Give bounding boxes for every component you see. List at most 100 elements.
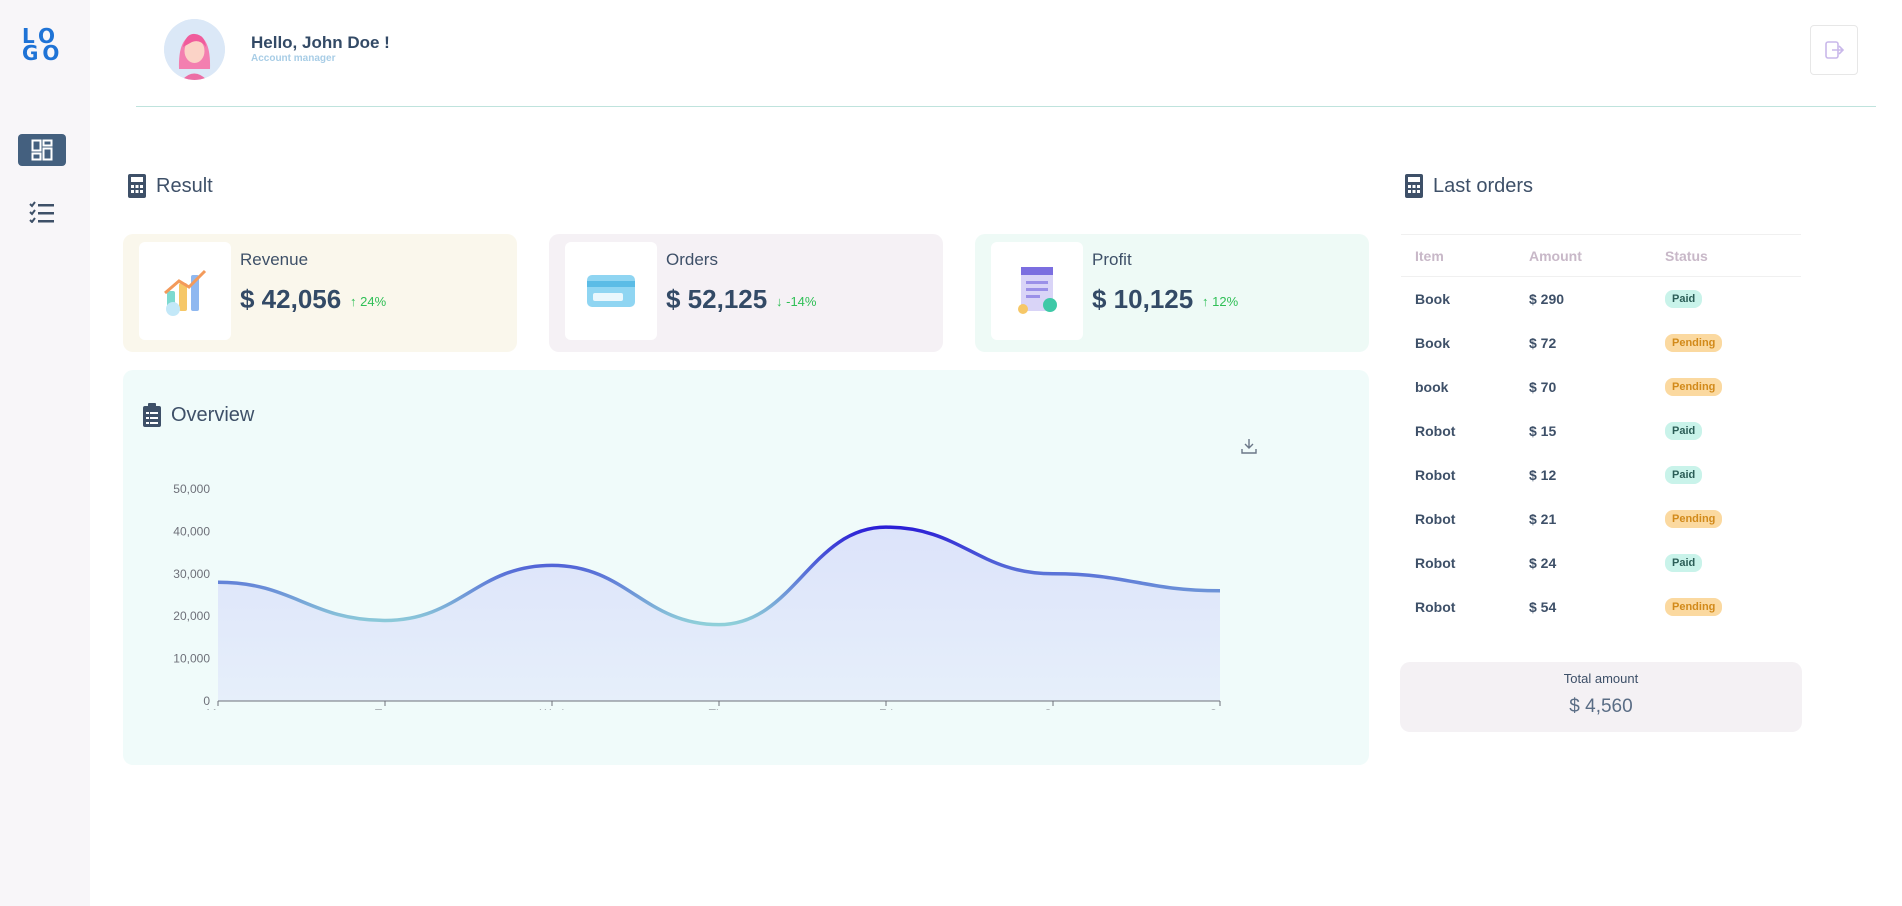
order-status-cell: Paid: [1651, 453, 1801, 497]
header: Hello, John Doe ! Account manager: [136, 0, 1876, 107]
credit-card-icon: [587, 275, 635, 307]
table-row[interactable]: Robot $ 24 Paid: [1401, 541, 1801, 585]
revenue-thumb: [139, 242, 231, 340]
orders-delta: ↓ -14%: [776, 294, 817, 309]
overview-chart: 0 10,000 20,000 30,000 40,000 50,000 Mon Tue Wed…: [173, 482, 1230, 710]
result-title-label: Result: [156, 174, 213, 197]
status-badge: Paid: [1665, 554, 1703, 572]
clipboard-icon: [143, 403, 161, 427]
x-tick-label: Sun: [1209, 707, 1230, 710]
y-tick-label: 10,000: [173, 652, 210, 666]
x-tick-label: Tue: [375, 707, 396, 710]
calculator-icon: [1405, 174, 1423, 198]
table-row[interactable]: Robot $ 54 Pending: [1401, 585, 1801, 629]
y-tick-label: 20,000: [173, 609, 210, 623]
logo: LO GO: [22, 24, 64, 65]
table-row[interactable]: Book $ 290 Paid: [1401, 277, 1801, 321]
result-title: Result: [128, 174, 213, 198]
status-badge: Paid: [1665, 466, 1703, 484]
order-item: Robot: [1415, 466, 1456, 483]
table-row[interactable]: Robot $ 12 Paid: [1401, 453, 1801, 497]
order-status-cell: Pending: [1651, 497, 1801, 541]
overview-panel: Overview 0 10,000 20,000 30,000 40,000 50,000…: [123, 370, 1369, 765]
order-status-cell: Paid: [1651, 541, 1801, 585]
order-item: Robot: [1415, 510, 1456, 527]
order-amount: $ 70: [1529, 378, 1557, 395]
order-item: Robot: [1415, 422, 1456, 439]
order-amount: $ 290: [1529, 290, 1565, 307]
status-badge: Paid: [1665, 422, 1703, 440]
y-tick-label: 50,000: [173, 482, 210, 496]
order-amount: $ 54: [1529, 598, 1557, 615]
data-point[interactable]: [1051, 572, 1055, 576]
data-point[interactable]: [884, 525, 888, 529]
revenue-value: $ 42,056: [240, 284, 342, 314]
last-orders-title-label: Last orders: [1433, 174, 1534, 197]
last-orders-title: Last orders: [1405, 174, 1533, 198]
orders-label: Orders: [666, 250, 718, 269]
nav-list[interactable]: [18, 196, 66, 228]
x-tick-label: Sat: [1044, 707, 1063, 710]
revenue-label: Revenue: [240, 250, 309, 269]
order-status-cell: Paid: [1651, 277, 1801, 321]
status-badge: Pending: [1665, 378, 1723, 396]
orders-thumb: [565, 242, 657, 340]
y-tick-label: 0: [203, 694, 210, 708]
order-amount: $ 24: [1529, 554, 1557, 571]
overview-title: Overview: [143, 403, 254, 427]
total-amount-value: $ 4,560: [1569, 696, 1633, 717]
orders-header-row: Item Amount Status: [1401, 234, 1801, 277]
logout-button[interactable]: [1810, 25, 1858, 75]
order-status-cell: Pending: [1651, 585, 1801, 629]
data-point[interactable]: [1218, 589, 1222, 593]
total-amount-label: Total amount: [1563, 671, 1639, 686]
order-item: Book: [1415, 290, 1450, 307]
table-row[interactable]: book $ 70 Pending: [1401, 365, 1801, 409]
column-item: Item: [1401, 234, 1515, 277]
profit-delta: ↑ 12%: [1202, 294, 1239, 309]
download-icon[interactable]: [1240, 437, 1258, 455]
x-tick-label: Mon: [206, 707, 229, 710]
checklist-icon: [29, 201, 54, 223]
order-amount: $ 21: [1529, 510, 1557, 527]
orders-value: $ 52,125: [666, 284, 768, 314]
x-tick-label: Wed: [540, 707, 564, 710]
status-badge: Pending: [1665, 334, 1723, 352]
y-tick-label: 40,000: [173, 524, 210, 538]
order-amount: $ 15: [1529, 422, 1557, 439]
profit-label: Profit: [1092, 250, 1132, 269]
column-amount: Amount: [1515, 234, 1651, 277]
growth-chart-icon: [164, 269, 207, 316]
data-point[interactable]: [550, 563, 554, 567]
order-item: book: [1415, 378, 1449, 395]
logout-icon: [1825, 41, 1844, 59]
table-row[interactable]: Robot $ 15 Paid: [1401, 409, 1801, 453]
user-role: Account manager: [251, 53, 336, 64]
order-status-cell: Pending: [1651, 321, 1801, 365]
nav-dashboard[interactable]: [18, 134, 66, 166]
status-badge: Paid: [1665, 290, 1703, 309]
x-tick-label: Thu: [709, 707, 730, 710]
table-row[interactable]: Robot $ 21 Pending: [1401, 497, 1801, 541]
revenue-card[interactable]: Revenue $ 42,056 ↑ 24%: [123, 234, 517, 352]
order-item: Book: [1415, 334, 1450, 351]
profit-thumb: [991, 242, 1083, 340]
order-amount: $ 72: [1529, 334, 1557, 351]
data-point[interactable]: [216, 580, 220, 584]
order-item: Robot: [1415, 598, 1456, 615]
data-point[interactable]: [717, 623, 721, 627]
profit-card[interactable]: Profit $ 10,125 ↑ 12%: [975, 234, 1369, 352]
chart-area-fill: [218, 527, 1220, 701]
orders-card[interactable]: Orders $ 52,125 ↓ -14%: [549, 234, 943, 352]
order-status-cell: Pending: [1651, 365, 1801, 409]
x-tick-label: Fri: [879, 707, 893, 710]
avatar[interactable]: [164, 19, 225, 80]
table-row[interactable]: Book $ 72 Pending: [1401, 321, 1801, 365]
sidebar: LO GO: [0, 0, 90, 906]
y-tick-label: 30,000: [173, 567, 210, 581]
order-amount: $ 12: [1529, 466, 1557, 483]
profit-value: $ 10,125: [1092, 284, 1194, 314]
greeting: Hello, John Doe !: [251, 33, 390, 52]
data-point[interactable]: [383, 618, 387, 622]
column-status: Status: [1651, 234, 1801, 277]
